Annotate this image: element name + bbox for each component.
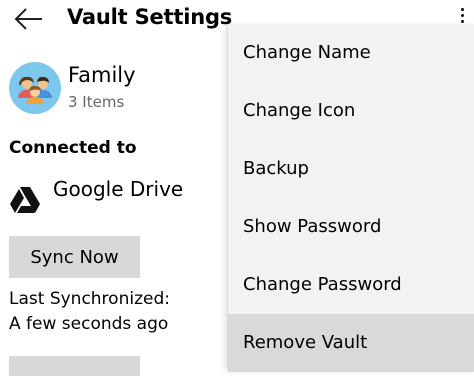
vault-avatar [9, 62, 61, 114]
last-synchronized-value: A few seconds ago [9, 314, 169, 334]
menu-item-show-password[interactable]: Show Password [228, 198, 474, 256]
cloud-service-name: Google Drive [53, 177, 184, 201]
menu-item-change-name[interactable]: Change Name [228, 24, 474, 82]
menu-item-remove-vault[interactable]: Remove Vault [228, 314, 474, 372]
sync-now-button[interactable]: Sync Now [9, 236, 140, 278]
family-group-icon [18, 76, 52, 104]
last-synchronized-label: Last Synchronized: [9, 289, 170, 309]
menu-item-change-password[interactable]: Change Password [228, 256, 474, 314]
vault-options-menu: Change Name Change Icon Backup Show Pass… [227, 24, 474, 372]
more-vertical-icon [460, 8, 464, 11]
back-button[interactable] [14, 6, 44, 32]
menu-item-backup[interactable]: Backup [228, 140, 474, 198]
partial-action-button[interactable] [9, 356, 140, 376]
arrow-left-icon [14, 8, 42, 30]
menu-item-change-icon[interactable]: Change Icon [228, 82, 474, 140]
connected-to-label: Connected to [9, 138, 137, 158]
vault-name: Family [68, 63, 136, 87]
vault-item-count: 3 Items [68, 93, 125, 111]
google-drive-icon [9, 186, 41, 214]
page-title: Vault Settings [67, 5, 233, 29]
